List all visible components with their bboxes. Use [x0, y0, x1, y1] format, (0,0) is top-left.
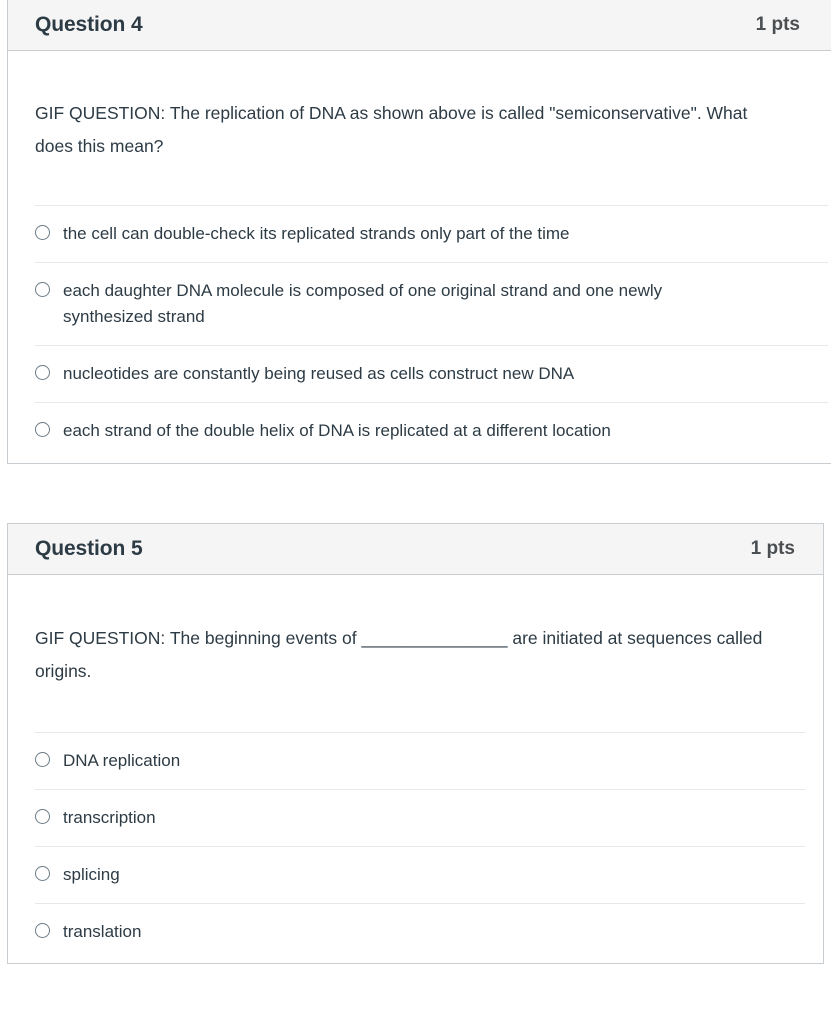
question-prompt-5: GIF QUESTION: The beginning events of __…: [35, 628, 763, 681]
radio-button-icon[interactable]: [35, 866, 50, 881]
answer-option-label: transcription: [63, 808, 156, 827]
question-prompt-4: GIF QUESTION: The replication of DNA as …: [35, 103, 748, 156]
quiz-page: Question 4 1 pts GIF QUESTION: The repli…: [0, 0, 831, 1024]
radio-button-icon[interactable]: [35, 365, 50, 380]
answer-option-label: splicing: [63, 865, 120, 884]
answer-option[interactable]: each strand of the double helix of DNA i…: [35, 402, 828, 459]
question-title-4: Question 4: [35, 13, 143, 36]
question-card-5: Question 5 1 pts GIF QUESTION: The begin…: [7, 523, 824, 964]
question-body-5: GIF QUESTION: The beginning events of __…: [8, 575, 823, 960]
radio-button-icon[interactable]: [35, 809, 50, 824]
question-points-5: 1 pts: [750, 538, 795, 559]
answer-option-label: DNA replication: [63, 751, 181, 770]
radio-button-icon[interactable]: [35, 422, 50, 437]
answer-option[interactable]: translation: [35, 903, 805, 960]
answer-option[interactable]: each daughter DNA molecule is composed o…: [35, 262, 828, 345]
answer-option[interactable]: splicing: [35, 846, 805, 903]
answer-list-4: the cell can double-check its replicated…: [8, 205, 831, 459]
question-card-4: Question 4 1 pts GIF QUESTION: The repli…: [7, 0, 831, 464]
radio-button-icon[interactable]: [35, 923, 50, 938]
radio-button-icon[interactable]: [35, 225, 50, 240]
answer-option[interactable]: the cell can double-check its replicated…: [35, 205, 828, 262]
question-header-4: Question 4 1 pts: [8, 0, 831, 51]
answer-list-5: DNA replication transcription splicing t…: [8, 732, 823, 960]
question-header-5: Question 5 1 pts: [8, 524, 823, 575]
answer-option[interactable]: transcription: [35, 789, 805, 846]
question-title-5: Question 5: [35, 537, 143, 560]
radio-button-icon[interactable]: [35, 752, 50, 767]
question-body-4: GIF QUESTION: The replication of DNA as …: [8, 51, 831, 459]
answer-option[interactable]: DNA replication: [35, 732, 805, 789]
radio-button-icon[interactable]: [35, 282, 50, 297]
answer-option[interactable]: nucleotides are constantly being reused …: [35, 345, 828, 402]
answer-option-label: the cell can double-check its replicated…: [63, 224, 570, 243]
answer-option-label: each strand of the double helix of DNA i…: [63, 421, 611, 440]
question-points-4: 1 pts: [755, 14, 800, 35]
answer-option-label: each daughter DNA molecule is composed o…: [63, 281, 663, 326]
answer-option-label: nucleotides are constantly being reused …: [63, 364, 575, 383]
answer-option-label: translation: [63, 922, 142, 941]
